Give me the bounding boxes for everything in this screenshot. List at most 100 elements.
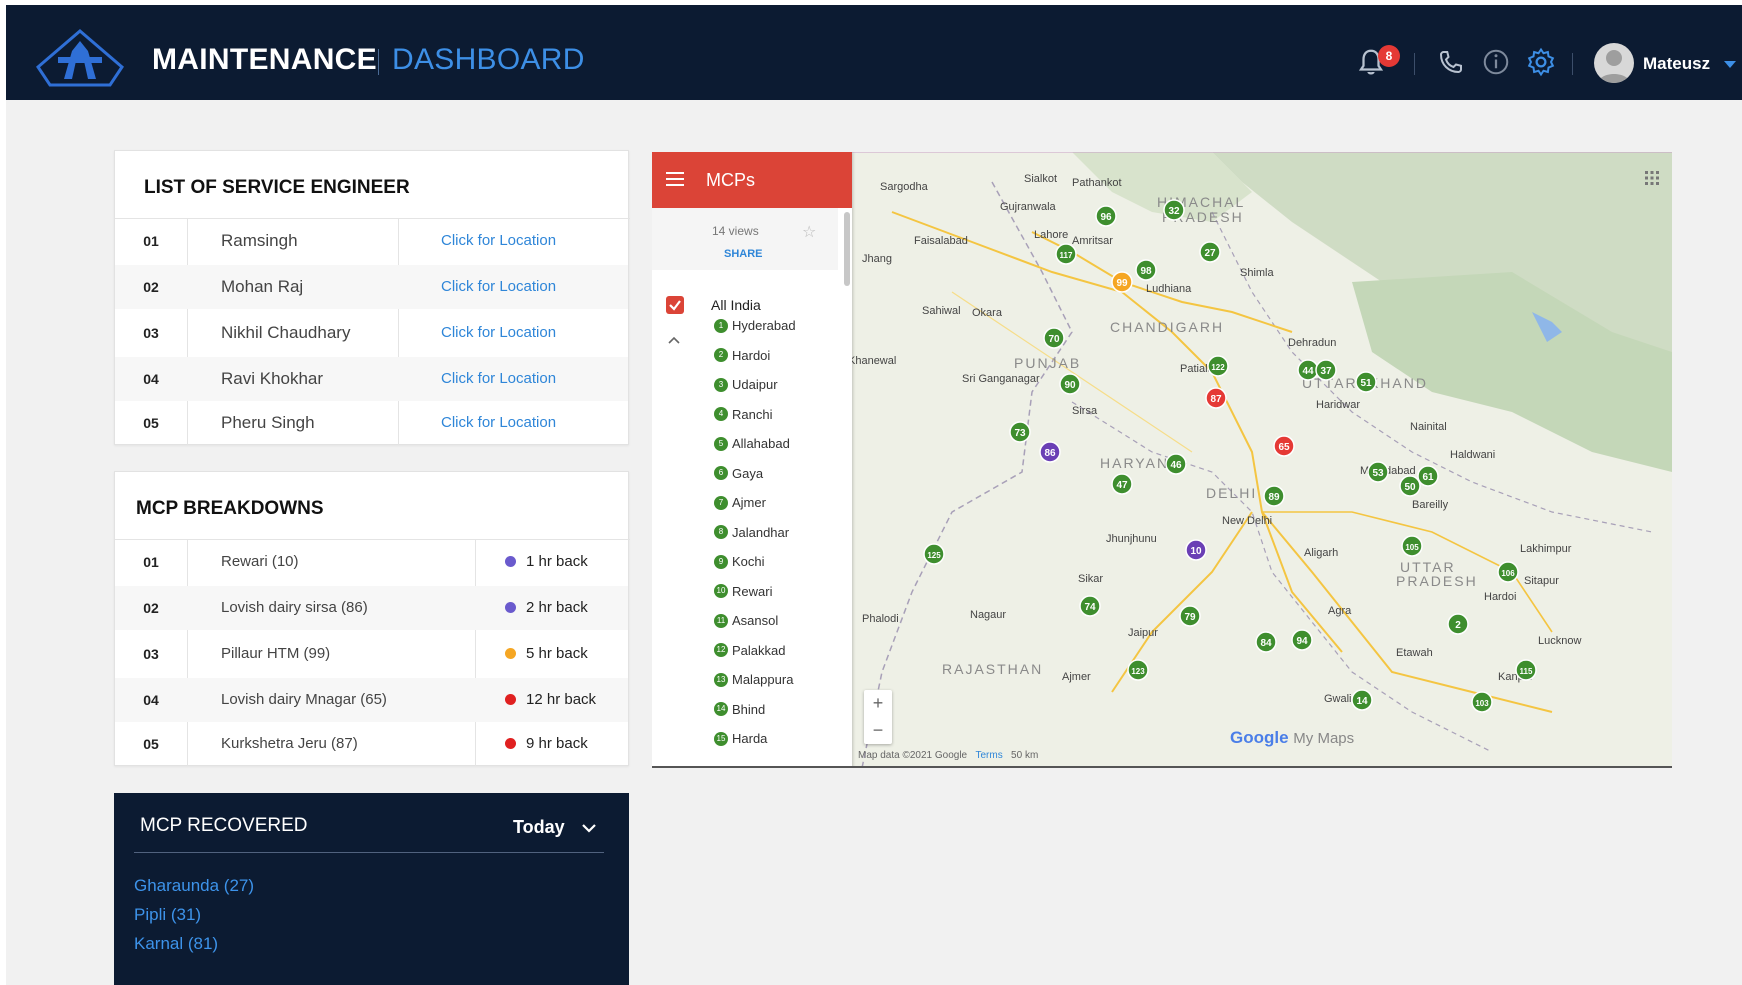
- row-number: 02: [143, 279, 159, 295]
- city-label: Haldwani: [1450, 449, 1495, 461]
- map-marker[interactable]: 2: [1447, 613, 1469, 635]
- panel-scrollbar[interactable]: [844, 212, 850, 286]
- marker-label: 53: [1372, 468, 1384, 479]
- mcp-list-label: Allahabad: [732, 436, 790, 451]
- map-marker[interactable]: 32: [1163, 199, 1185, 221]
- map-marker[interactable]: 105: [1401, 535, 1423, 557]
- city-label: Sahiwal: [922, 305, 961, 317]
- mcp-list-label: Hardoi: [732, 347, 771, 363]
- recovered-item[interactable]: Gharaunda (27): [134, 876, 254, 896]
- map-marker[interactable]: 47: [1111, 473, 1133, 495]
- mcp-list-item[interactable]: 11 Asansol: [714, 611, 778, 631]
- zoom-in-button[interactable]: +: [864, 690, 892, 717]
- map-marker[interactable]: 103: [1471, 691, 1493, 713]
- location-link[interactable]: Click for Location: [441, 219, 556, 263]
- map-marker[interactable]: 46: [1165, 453, 1187, 475]
- map-marker[interactable]: 14: [1351, 689, 1373, 711]
- mcp-list-item[interactable]: 12 Palakkad: [714, 641, 785, 661]
- mcp-name: Rewari (10): [221, 553, 299, 570]
- map-marker[interactable]: 65: [1273, 435, 1295, 457]
- star-icon[interactable]: ☆: [802, 222, 816, 242]
- map-marker[interactable]: 53: [1367, 461, 1389, 483]
- hamburger-menu-icon[interactable]: [666, 172, 684, 186]
- row-number: 02: [143, 600, 159, 616]
- mcp-list-item[interactable]: 6 Gaya: [714, 464, 763, 484]
- map-marker[interactable]: 90: [1059, 373, 1081, 395]
- mcp-list-item[interactable]: 5 Allahabad: [714, 434, 790, 454]
- mcp-list-item[interactable]: 9 Kochi: [714, 552, 765, 572]
- map-marker[interactable]: 98: [1135, 259, 1157, 281]
- city-label: Jhunjhunu: [1106, 533, 1157, 545]
- share-button[interactable]: SHARE: [724, 248, 763, 260]
- engineer-name: Pheru Singh: [221, 413, 315, 432]
- map-marker[interactable]: 84: [1255, 631, 1277, 653]
- mcp-list-item[interactable]: 1 Hyderabad: [714, 316, 796, 336]
- zoom-out-button[interactable]: −: [864, 717, 892, 744]
- map-marker[interactable]: 123: [1127, 659, 1149, 681]
- recovered-item[interactable]: Karnal (81): [134, 934, 218, 954]
- map-marker[interactable]: 79: [1179, 605, 1201, 627]
- mcp-list-item[interactable]: 4 Ranchi: [714, 405, 772, 425]
- map-marker[interactable]: 117: [1055, 243, 1077, 265]
- user-name[interactable]: Mateusz: [1643, 54, 1710, 74]
- all-india-label[interactable]: All India: [711, 297, 761, 313]
- all-india-checkbox[interactable]: [666, 296, 684, 314]
- map-marker[interactable]: 37: [1315, 359, 1337, 381]
- phone-icon[interactable]: [1436, 47, 1466, 77]
- map-marker[interactable]: 51: [1355, 371, 1377, 393]
- mcp-list-item[interactable]: 3 Udaipur: [714, 375, 778, 395]
- mcp-list-item[interactable]: 8 Jalandhar: [714, 523, 789, 543]
- map-marker[interactable]: 125: [923, 543, 945, 565]
- city-label: Sargodha: [880, 181, 929, 193]
- period-filter[interactable]: Today: [513, 817, 565, 838]
- map-marker[interactable]: 87: [1205, 387, 1227, 409]
- mcp-list-item[interactable]: 7 Ajmer: [714, 493, 766, 513]
- notification-badge[interactable]: 8: [1378, 45, 1400, 67]
- mcp-recovered-card: MCP RECOVERED Today Gharaunda (27) Pipli…: [114, 793, 629, 985]
- user-menu-caret-icon[interactable]: [1724, 61, 1736, 68]
- map-marker[interactable]: 50: [1399, 475, 1421, 497]
- map-marker[interactable]: 96: [1095, 205, 1117, 227]
- info-icon[interactable]: [1481, 47, 1511, 77]
- brand-title: MAINTENANCE: [152, 43, 377, 76]
- map-marker[interactable]: 70: [1043, 327, 1065, 349]
- map-marker[interactable]: 61: [1417, 465, 1439, 487]
- mcp-list-item[interactable]: 2 Hardoi: [714, 346, 770, 366]
- location-link[interactable]: Click for Location: [441, 357, 556, 401]
- mcp-list-item[interactable]: 14 Bhind: [714, 700, 765, 720]
- map-marker[interactable]: 89: [1263, 485, 1285, 507]
- city-label: Sikar: [1078, 573, 1103, 585]
- mcp-list-label: Harda: [732, 731, 768, 746]
- panel-header: MCPs: [652, 152, 852, 208]
- mcp-list-item[interactable]: 13 Malappura: [714, 670, 793, 690]
- mcp-number-badge: 4: [714, 407, 728, 422]
- map-marker[interactable]: 10: [1185, 539, 1207, 561]
- terms-link[interactable]: Terms: [975, 750, 1002, 761]
- map-marker[interactable]: 74: [1079, 595, 1101, 617]
- map-marker[interactable]: 99: [1111, 271, 1133, 293]
- mcp-list-item[interactable]: 15 Harda: [714, 729, 767, 749]
- user-avatar[interactable]: [1594, 43, 1634, 83]
- gear-icon[interactable]: [1526, 47, 1556, 77]
- map-marker[interactable]: 27: [1199, 241, 1221, 263]
- city-label: Shimla: [1240, 267, 1275, 279]
- apps-grid-icon[interactable]: [1644, 170, 1660, 186]
- header-divider: [1414, 53, 1415, 75]
- status-dot: [505, 647, 516, 659]
- map-marker[interactable]: 86: [1039, 441, 1061, 463]
- mcp-list-item[interactable]: 10 Rewari: [714, 582, 772, 602]
- chevron-up-icon[interactable]: [668, 336, 680, 344]
- map-marker[interactable]: 106: [1497, 561, 1519, 583]
- location-link[interactable]: Click for Location: [441, 401, 556, 445]
- map-marker[interactable]: 44: [1297, 359, 1319, 381]
- map-marker[interactable]: 94: [1291, 629, 1313, 651]
- map-marker[interactable]: 73: [1009, 421, 1031, 443]
- zoom-control: + −: [864, 690, 892, 744]
- map-marker[interactable]: 122: [1207, 355, 1229, 377]
- location-link[interactable]: Click for Location: [441, 311, 556, 355]
- location-link[interactable]: Click for Location: [441, 265, 556, 309]
- chevron-down-icon[interactable]: [580, 819, 598, 837]
- map-marker[interactable]: 115: [1515, 659, 1537, 681]
- mcp-map[interactable]: HIMACHALPRADESHCHANDIGARHPUNJABUTTARAKHA…: [652, 152, 1672, 768]
- recovered-item[interactable]: Pipli (31): [134, 905, 201, 925]
